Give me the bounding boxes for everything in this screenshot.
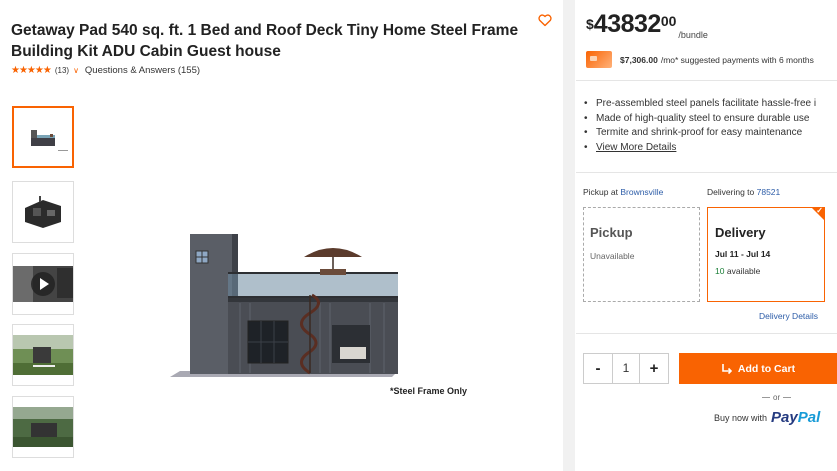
landscape-thumbnail-icon (13, 335, 73, 375)
paypal-button[interactable]: Buy now with PayPal (714, 409, 820, 426)
thumbnail-2[interactable] (12, 181, 74, 243)
pickup-prefix: Pickup at (583, 187, 618, 197)
feature-bullet: Made of high-quality steel to ensure dur… (584, 112, 816, 127)
rating-row[interactable]: ★★★★★ (13) ∨ Questions & Answers (155) (11, 65, 200, 76)
feature-bullet: Termite and shrink-proof for easy mainte… (584, 126, 816, 141)
price-unit: /bundle (678, 30, 708, 40)
thumbnail-1[interactable] (12, 106, 74, 168)
thumbnail-4[interactable] (12, 324, 74, 386)
available-label: available (726, 266, 761, 276)
delivery-zip-link[interactable]: 78521 (757, 187, 781, 197)
cart-arrow-icon (722, 363, 733, 374)
add-to-cart-label: Add to Cart (737, 362, 796, 375)
pickup-status: Unavailable (590, 251, 635, 261)
divider-line (576, 80, 837, 81)
finance-amount: $7,306.00 (620, 54, 658, 65)
video-thumbnail-icon (13, 266, 73, 302)
heart-icon[interactable] (537, 12, 553, 28)
main-product-image[interactable] (170, 225, 500, 450)
divider-line (576, 172, 837, 173)
delivery-dates: Jul 11 - Jul 14 (715, 249, 771, 259)
paypal-logo-part-2: Pal (797, 409, 821, 426)
column-divider (563, 0, 575, 471)
delivery-prefix: Delivering to (707, 187, 755, 197)
buy-now-label: Buy now with (714, 412, 768, 423)
price-whole: 43832 (593, 10, 662, 38)
financing-offer[interactable]: $7,306.00 /mo* suggested payments with 6… (586, 51, 814, 68)
or-separator: or (759, 393, 794, 402)
price-cents: 00 (660, 13, 677, 29)
feature-bullet: Pre-assembled steel panels facilitate ha… (584, 97, 816, 112)
pickup-store-link[interactable]: Brownsville (620, 187, 663, 197)
decrease-quantity-button[interactable]: - (584, 360, 612, 377)
landscape-thumbnail-icon (13, 407, 73, 447)
thumbnail-5[interactable] (12, 396, 74, 458)
thumbnail-video[interactable] (12, 253, 74, 315)
feature-bullets: Pre-assembled steel panels facilitate ha… (584, 97, 816, 155)
rating-count[interactable]: (13) (55, 66, 69, 75)
star-rating: ★★★★★ (11, 65, 52, 76)
quantity-stepper: - 1 + (583, 353, 669, 384)
increase-quantity-button[interactable]: + (640, 360, 668, 377)
finance-text: /mo* suggested payments with 6 months (660, 54, 814, 65)
pickup-option: Pickup Unavailable (583, 207, 700, 302)
delivery-location: Delivering to 78521 (707, 187, 780, 197)
availability: 10 available (715, 266, 817, 276)
view-more-details-link[interactable]: View More Details (584, 141, 816, 156)
divider-line (576, 333, 837, 334)
delivery-details-link[interactable]: Delivery Details (759, 311, 818, 321)
image-note: *Steel Frame Only (390, 386, 468, 396)
product-title: Getaway Pad 540 sq. ft. 1 Bed and Roof D… (11, 22, 519, 60)
pickup-title: Pickup (590, 225, 633, 240)
questions-answers-link[interactable]: Questions & Answers (155) (85, 65, 200, 76)
delivery-option[interactable]: ✓ Delivery Jul 11 - Jul 14 10 available (707, 206, 825, 302)
chevron-down-icon[interactable]: ∨ (73, 66, 79, 75)
paypal-logo-part-1: Pay (771, 409, 798, 426)
credit-card-icon (586, 51, 612, 68)
delivery-title: Delivery (715, 225, 766, 240)
house-thumbnail-icon (25, 196, 61, 228)
add-to-cart-button[interactable]: Add to Cart (679, 353, 837, 384)
tiny-home-image (170, 234, 398, 377)
available-count: 10 (715, 266, 725, 276)
price: $ 43832 00 /bundle (586, 10, 708, 40)
view-more-details-label[interactable]: View More Details (596, 142, 676, 153)
paypal-logo: PayPal (771, 409, 820, 426)
pickup-location: Pickup at Brownsville (583, 187, 663, 197)
checkmark-icon: ✓ (816, 206, 823, 215)
house-thumbnail-icon (31, 130, 68, 151)
quantity-input[interactable]: 1 (612, 354, 640, 383)
price-currency: $ (586, 16, 594, 32)
